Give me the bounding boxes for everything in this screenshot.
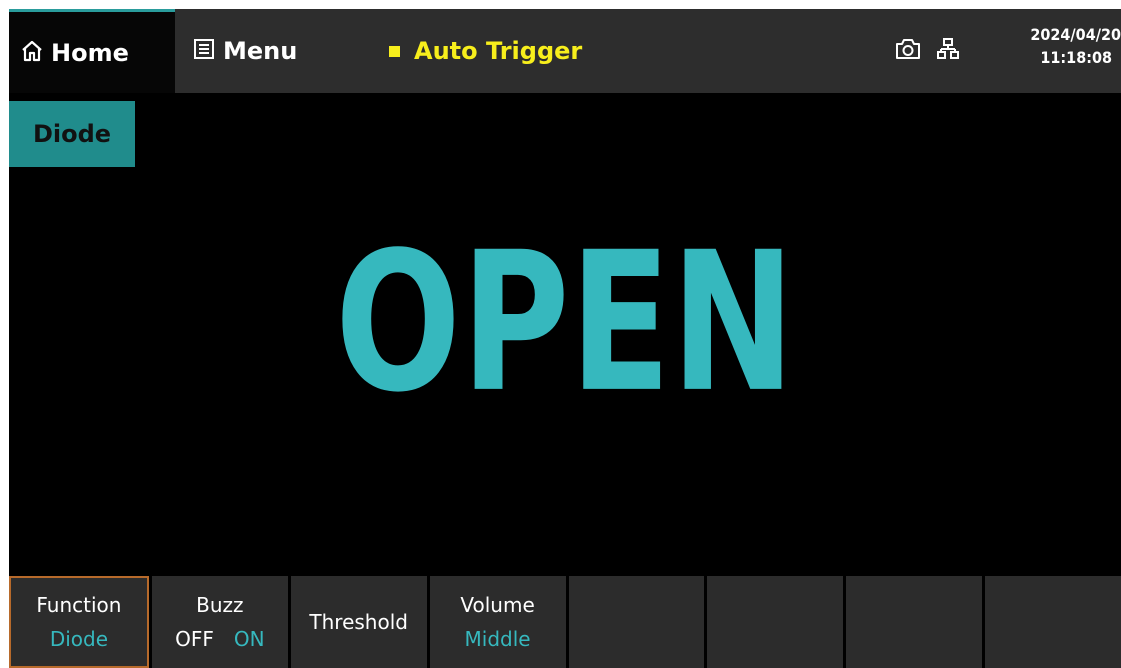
trigger-label: Auto Trigger: [414, 37, 583, 65]
status-icons: [895, 9, 959, 93]
threshold-softkey[interactable]: Threshold: [290, 576, 427, 668]
buzz-options: OFF ON: [175, 622, 264, 656]
buzz-softkey[interactable]: Buzz OFF ON: [151, 576, 288, 668]
function-softkey[interactable]: Function Diode: [9, 576, 149, 668]
volume-softkey-label: Volume: [460, 593, 535, 617]
buzz-off-option: OFF: [175, 627, 214, 651]
instrument-screen: Home Menu Auto Trigger 2024/04/20 11:18:…: [9, 9, 1121, 668]
home-icon: [21, 40, 43, 66]
softkey-5[interactable]: [568, 576, 705, 668]
softkey-bar: Function Diode Buzz OFF ON Threshold Volu…: [9, 576, 1121, 668]
menu-label: Menu: [223, 37, 298, 65]
date-time: 2024/04/20 11:18:08: [1011, 23, 1121, 69]
menu-tab[interactable]: Menu: [175, 9, 345, 93]
volume-softkey-value: Middle: [464, 627, 531, 651]
time-text: 11:18:08: [1040, 48, 1112, 67]
reading-svg: OPEN: [335, 212, 795, 409]
threshold-softkey-label: Threshold: [309, 610, 408, 634]
top-bar: Home Menu Auto Trigger 2024/04/20 11:18:…: [9, 9, 1121, 93]
menu-icon: [193, 38, 215, 64]
reading-value: OPEN: [335, 212, 795, 409]
camera-icon[interactable]: [895, 37, 921, 65]
function-softkey-value: Diode: [49, 627, 109, 651]
home-label: Home: [51, 38, 129, 67]
function-badge: Diode: [9, 101, 135, 167]
measurement-display: OPEN: [9, 159, 1121, 459]
home-tab[interactable]: Home: [9, 9, 175, 93]
volume-softkey[interactable]: Volume Middle: [429, 576, 566, 668]
softkey-6[interactable]: [707, 576, 844, 668]
buzz-on-option: ON: [233, 627, 265, 651]
buzz-softkey-label: Buzz: [196, 593, 244, 617]
function-softkey-label: Function: [36, 593, 122, 617]
trigger-indicator: [389, 45, 400, 57]
softkey-7[interactable]: [846, 576, 983, 668]
trigger-status: Auto Trigger: [389, 9, 582, 93]
date-text: 2024/04/20: [1030, 25, 1121, 44]
softkey-8[interactable]: [985, 576, 1121, 668]
network-icon: [937, 37, 959, 65]
